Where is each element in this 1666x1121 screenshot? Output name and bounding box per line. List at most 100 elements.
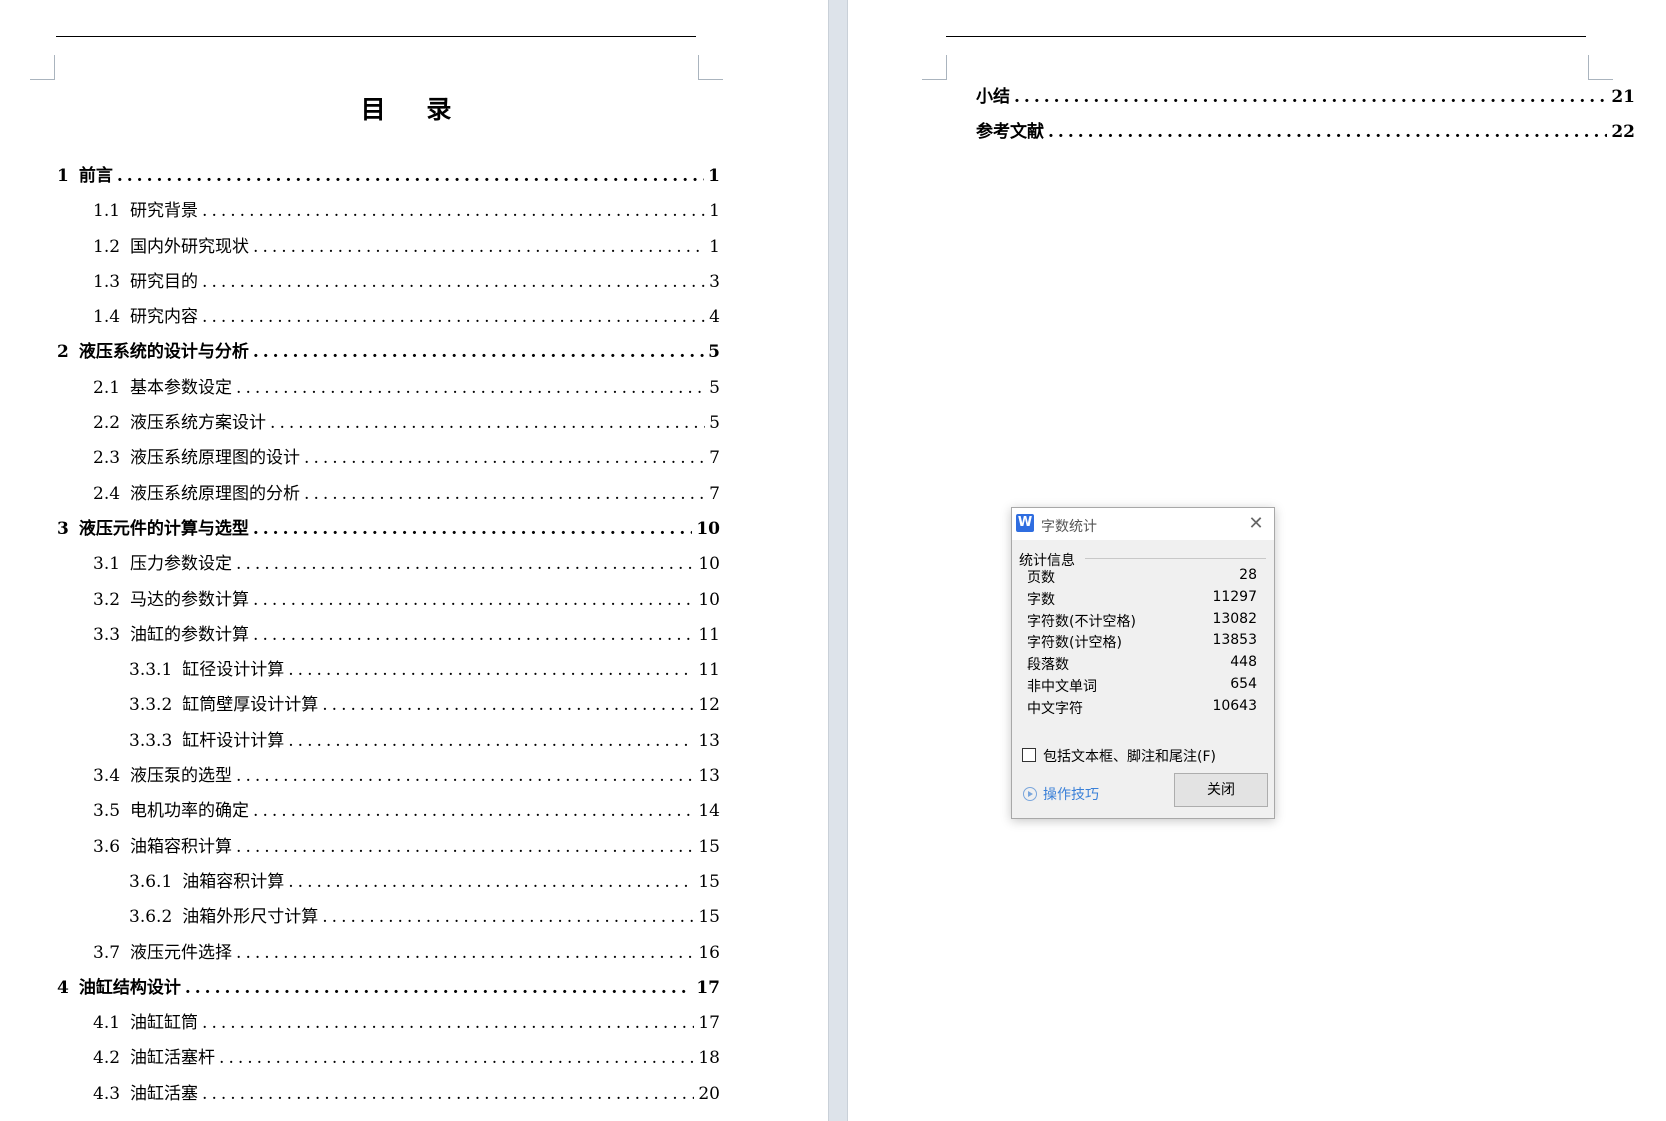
toc-entry[interactable]: 3.6.1 油箱容积计算 15 xyxy=(57,871,720,909)
margin-corner-mark xyxy=(30,55,55,80)
toc-leader-dots xyxy=(236,839,694,856)
toc-entry-number: 1 xyxy=(57,166,69,186)
include-textbox-checkbox[interactable] xyxy=(1022,748,1036,762)
toc-entry[interactable]: 1.3 研究目的 3 xyxy=(57,271,720,309)
toc-entry[interactable]: 1.1 研究背景 1 xyxy=(57,203,720,238)
toc-entry-number: 3.6.1 xyxy=(129,871,173,892)
toc-list: 1 前言 1 1.1 研究背景 1 1.2 国内外研究现状 1 1.3 研究目的 3 1.4 研究内容 4 2… xyxy=(57,168,720,1121)
toc-entry[interactable]: 3.3.2 缸筒壁厚设计计算 12 xyxy=(57,697,720,732)
toc-entry[interactable]: 2.2 液压系统方案设计 5 xyxy=(57,415,720,450)
toc-entry-number: 3.7 xyxy=(93,942,121,963)
toc-entry-page: 11 xyxy=(698,624,720,645)
toc-entry-page: 15 xyxy=(698,871,720,892)
toc-entry-number: 3.6.2 xyxy=(129,907,173,928)
toc-entry-number: 3.2 xyxy=(93,589,121,610)
toc-entry[interactable]: 3 液压元件的计算与选型 10 xyxy=(57,518,720,556)
stat-label: 中文字符 xyxy=(1027,700,1083,717)
toc-leader-dots xyxy=(202,1086,694,1103)
toc-entry[interactable]: 2.4 液压系统原理图的分析 7 xyxy=(57,483,720,521)
toc-entry-title: 油缸结构设计 xyxy=(78,977,181,998)
toc-entry-number: 3.3 xyxy=(93,624,121,645)
tips-link[interactable]: 操作技巧 xyxy=(1023,784,1099,804)
toc-leader-dots xyxy=(304,450,705,467)
toc-leader-dots xyxy=(219,1050,694,1067)
toc-entry[interactable]: 3.3.1 缸径设计计算 11 xyxy=(57,662,720,697)
toc-entry-number: 2.3 xyxy=(93,448,121,469)
toc-entry[interactable]: 4.2 油缸活塞杆 18 xyxy=(57,1050,720,1085)
toc-entry-page: 13 xyxy=(698,730,720,751)
toc-leader-dots xyxy=(236,556,694,573)
stat-row: 段落数 448 xyxy=(1027,654,1257,676)
toc-entry-title: 研究内容 xyxy=(130,307,199,328)
toc-leader-dots xyxy=(202,309,705,326)
toc-entry[interactable]: 3.2 马达的参数计算 10 xyxy=(57,589,720,627)
toc-entry[interactable]: 4 油缸结构设计 17 xyxy=(57,977,720,1015)
toc-entry[interactable]: 2.1 基本参数设定 5 xyxy=(57,377,720,415)
toc-entry[interactable]: 3.6.2 油箱外形尺寸计算 15 xyxy=(57,909,720,944)
toc-entry-page: 5 xyxy=(709,377,720,398)
toc-leader-dots xyxy=(322,697,694,714)
margin-corner-mark xyxy=(1588,55,1613,80)
play-circle-icon xyxy=(1023,787,1037,801)
toc-entry-number: 2.1 xyxy=(93,377,121,398)
toc-entry[interactable]: 参考文献 22 xyxy=(976,124,1635,159)
toc-leader-dots xyxy=(253,803,694,820)
toc-entry[interactable]: 4.1 油缸缸筒 17 xyxy=(57,1015,720,1050)
toc-entry[interactable]: 2.3 液压系统原理图的设计 7 xyxy=(57,450,720,485)
toc-entry-number: 3.1 xyxy=(93,554,121,575)
toc-entry[interactable]: 3.5 电机功率的确定 14 xyxy=(57,803,720,838)
toc-entry[interactable]: 3.7 液压元件选择 16 xyxy=(57,942,720,980)
toc-entry-number: 4.3 xyxy=(93,1083,121,1104)
toc-leader-dots xyxy=(202,274,705,291)
toc-leader-dots xyxy=(253,627,694,644)
toc-entry-page: 21 xyxy=(1611,87,1635,107)
toc-entry-title: 液压元件选择 xyxy=(130,942,233,963)
stat-label: 字数 xyxy=(1027,591,1055,608)
toc-entry-title: 液压系统原理图的分析 xyxy=(130,483,301,504)
toc-entry-title: 国内外研究现状 xyxy=(130,236,250,257)
stat-value: 28 xyxy=(1239,567,1257,583)
toc-entry[interactable]: 1.4 研究内容 4 xyxy=(57,309,720,344)
stat-row: 字符数(计空格) 13853 xyxy=(1027,632,1257,654)
toc-leader-dots xyxy=(236,945,694,962)
stat-row: 非中文单词 654 xyxy=(1027,676,1257,698)
close-button[interactable]: 关闭 xyxy=(1174,773,1268,807)
toc-entry-number: 2.4 xyxy=(93,483,121,504)
toc-entry[interactable]: 3.4 液压泵的选型 13 xyxy=(57,768,720,803)
toc-leader-dots xyxy=(236,768,694,785)
toc-entry-number: 3 xyxy=(57,518,69,539)
toc-entry[interactable]: 3.6 油箱容积计算 15 xyxy=(57,836,720,874)
include-textbox-label[interactable]: 包括文本框、脚注和尾注(F) xyxy=(1043,746,1216,766)
toc-entry[interactable]: 3.3.3 缸杆设计计算 13 xyxy=(57,730,720,768)
document-page-left: 目 录 1 前言 1 1.1 研究背景 1 1.2 国内外研究现状 1 1.3 研究目的 3 1.4 研究… xyxy=(0,0,828,1121)
page-gap xyxy=(828,0,848,1121)
toc-entry-page: 12 xyxy=(698,695,720,716)
stat-row: 中文字符 10643 xyxy=(1027,698,1257,720)
toc-leader-dots xyxy=(202,1015,694,1032)
dialog-titlebar[interactable]: W 字数统计 ✕ xyxy=(1012,508,1274,540)
toc-entry-page: 7 xyxy=(709,448,720,469)
toc-entry[interactable]: 4.3 油缸活塞 20 xyxy=(57,1083,720,1121)
toc-entry-page: 18 xyxy=(698,1048,720,1069)
toc-entry-number: 1.2 xyxy=(93,236,121,257)
tips-label[interactable]: 操作技巧 xyxy=(1043,787,1099,803)
stat-label: 字符数(不计空格) xyxy=(1027,613,1136,630)
close-icon[interactable]: ✕ xyxy=(1246,514,1266,534)
toc-entry-number: 3.3.1 xyxy=(129,660,173,681)
toc-entry[interactable]: 小结 21 xyxy=(976,89,1635,124)
toc-entry-page: 15 xyxy=(698,836,720,857)
toc-entry[interactable]: 3.3 油缸的参数计算 11 xyxy=(57,624,720,662)
toc-leader-dots xyxy=(253,344,704,361)
toc-entry[interactable]: 1 前言 1 xyxy=(57,168,720,203)
toc-entry[interactable]: 3.1 压力参数设定 10 xyxy=(57,556,720,591)
stat-label: 段落数 xyxy=(1027,657,1069,674)
toc-entry-page: 7 xyxy=(709,483,720,504)
toc-entry-title: 研究背景 xyxy=(130,201,199,222)
toc-entry-number: 1.3 xyxy=(93,271,121,292)
toc-entry[interactable]: 1.2 国内外研究现状 1 xyxy=(57,236,720,274)
toc-entry-title: 参考文献 xyxy=(976,122,1044,142)
toc-entry-page: 15 xyxy=(698,907,720,928)
toc-leader-dots xyxy=(304,486,705,503)
toc-leader-dots xyxy=(253,592,694,609)
toc-entry[interactable]: 2 液压系统的设计与分析 5 xyxy=(57,344,720,379)
